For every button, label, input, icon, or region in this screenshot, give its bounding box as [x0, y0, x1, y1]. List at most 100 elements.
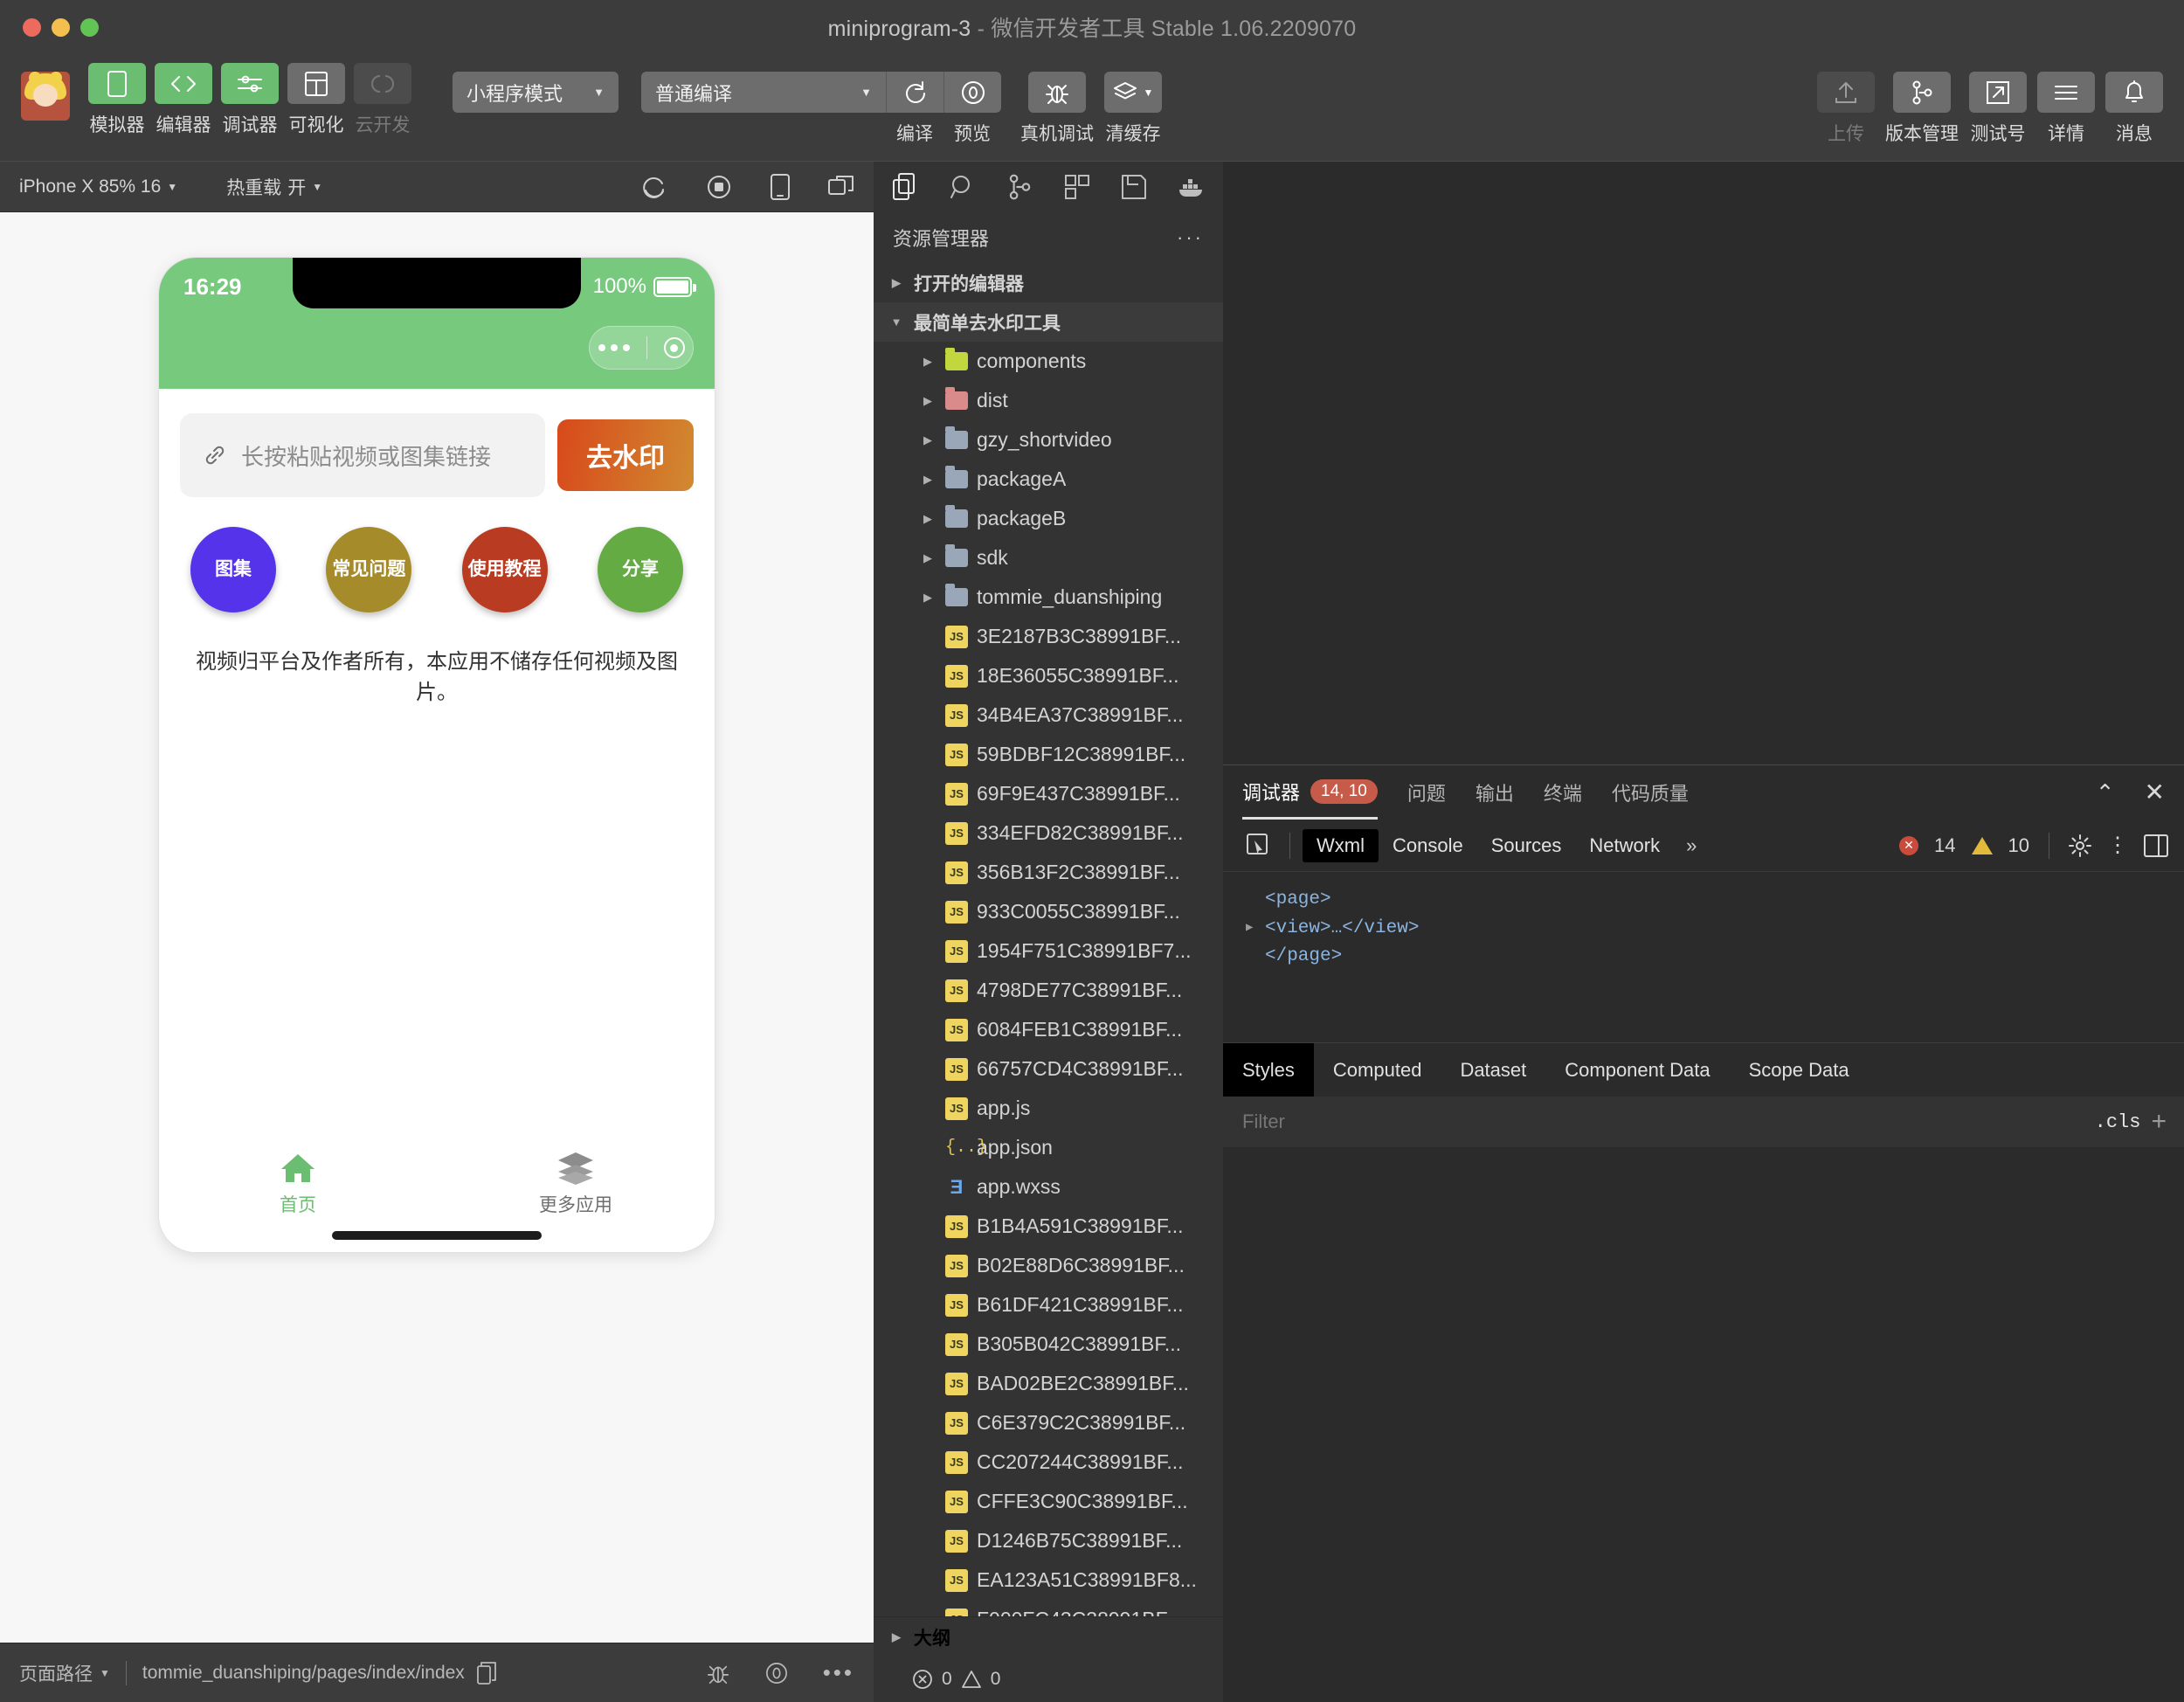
tree-file[interactable]: JS 933C0055C38991BF...	[874, 892, 1223, 931]
files-icon[interactable]	[881, 165, 930, 209]
toolbar-button-cloud[interactable]: 云开发	[353, 63, 412, 137]
chevron-double-right-icon[interactable]: »	[1674, 834, 1709, 857]
page-path-select[interactable]: 页面路径 ▼	[19, 1660, 110, 1686]
more-icon[interactable]: •••	[823, 1661, 854, 1683]
styles-tab-computed[interactable]: Computed	[1314, 1043, 1441, 1097]
tree-file[interactable]: JS 3E2187B3C38991BF...	[874, 617, 1223, 656]
minimize-window-button[interactable]	[52, 17, 70, 37]
details-button[interactable]: 详情	[2037, 72, 2095, 146]
circle-button-share[interactable]: 分享	[597, 527, 683, 612]
tree-file[interactable]: JS 356B13F2C38991BF...	[874, 853, 1223, 892]
dock-icon[interactable]	[2144, 834, 2168, 857]
docker-icon[interactable]	[1167, 165, 1216, 209]
toggle-class-button[interactable]: .cls	[2084, 1111, 2152, 1133]
user-avatar[interactable]	[21, 72, 70, 121]
tree-folder-dist[interactable]: ▶ dist	[874, 381, 1223, 420]
chevron-right-icon[interactable]: ▶	[1246, 919, 1258, 938]
devtools-tab-console[interactable]: Console	[1379, 829, 1477, 862]
compile-select[interactable]: 普通编译 ▼	[641, 72, 886, 113]
toolbar-button-visualization[interactable]: 可视化	[287, 63, 346, 137]
device-select[interactable]: iPhone X 85% 16 ▼	[19, 176, 177, 197]
tree-file-app-js[interactable]: JS app.js	[874, 1089, 1223, 1128]
clear-cache-button[interactable]: ▼ 清缓存	[1104, 72, 1162, 146]
tree-file-app-wxss[interactable]: Ǝapp.wxss	[874, 1167, 1223, 1207]
tree-section-open-editors[interactable]: ▶ 打开的编辑器	[874, 263, 1223, 302]
devtools-tab-network[interactable]: Network	[1575, 829, 1674, 862]
close-capsule-icon[interactable]	[663, 337, 685, 358]
tree-folder-packageb[interactable]: ▶ packageB	[874, 499, 1223, 538]
tree-folder-packagea[interactable]: ▶ packageA	[874, 460, 1223, 499]
debugger-tab-output[interactable]: 输出	[1476, 765, 1514, 820]
gear-icon[interactable]	[2069, 834, 2091, 857]
circle-button-gallery[interactable]: 图集	[190, 527, 276, 612]
tree-folder-sdk[interactable]: ▶ sdk	[874, 538, 1223, 578]
tree-section-project[interactable]: ▼ 最简单去水印工具	[874, 302, 1223, 342]
styles-tab-dataset[interactable]: Dataset	[1441, 1043, 1545, 1097]
preview-button[interactable]	[943, 72, 1001, 113]
styles-tab-styles[interactable]: Styles	[1223, 1043, 1314, 1097]
wxml-line-1[interactable]: <page>	[1246, 886, 2161, 915]
tree-file[interactable]: JS B02E88D6C38991BF...	[874, 1246, 1223, 1285]
tree-file[interactable]: JS EA123A51C38991BF8...	[874, 1560, 1223, 1600]
debugger-tab-debugger[interactable]: 调试器 14, 10	[1242, 765, 1378, 820]
tree-folder-gzy-shortvideo[interactable]: ▶ gzy_shortvideo	[874, 420, 1223, 460]
styles-tab-scope-data[interactable]: Scope Data	[1730, 1043, 1869, 1097]
multi-window-icon[interactable]	[828, 175, 854, 199]
wxml-line-2[interactable]: ▶ <view>…</view>	[1246, 915, 2161, 944]
tree-file[interactable]: JS 334EFD82C38991BF...	[874, 813, 1223, 853]
styles-tab-component-data[interactable]: Component Data	[1545, 1043, 1729, 1097]
chevron-up-icon[interactable]: ⌃	[2096, 779, 2115, 806]
tree-file[interactable]: JS CFFE3C90C38991BF...	[874, 1482, 1223, 1521]
source-control-icon[interactable]	[995, 165, 1044, 209]
circle-button-faq[interactable]: 常见问题	[326, 527, 412, 612]
hotreload-select[interactable]: 热重载 开 ▼	[226, 174, 322, 200]
toolbar-button-simulator[interactable]: 模拟器	[87, 63, 147, 137]
devtools-tab-wxml[interactable]: Wxml	[1303, 828, 1379, 862]
copy-icon[interactable]	[476, 1661, 496, 1685]
kebab-icon[interactable]: ⋮	[2107, 835, 2128, 855]
debugger-tab-problems[interactable]: 问题	[1407, 765, 1446, 820]
close-window-button[interactable]	[23, 17, 41, 37]
record-stop-icon[interactable]	[706, 174, 732, 200]
tree-file[interactable]: JS 6084FEB1C38991BF...	[874, 1010, 1223, 1049]
eye-icon[interactable]	[765, 1662, 788, 1685]
wxml-line-3[interactable]: </page>	[1246, 943, 2161, 972]
tree-file[interactable]: JS CC207244C38991BF...	[874, 1443, 1223, 1482]
upload-button[interactable]: 上传	[1817, 72, 1875, 146]
device-icon[interactable]	[771, 173, 790, 200]
extensions-icon[interactable]	[1053, 165, 1102, 209]
ellipsis-icon[interactable]: ···	[1177, 226, 1204, 249]
tabbar-item-home[interactable]: 首页	[159, 1151, 437, 1217]
tree-folder-components[interactable]: ▶ components	[874, 342, 1223, 381]
tree-file[interactable]: JS D1246B75C38991BF...	[874, 1521, 1223, 1560]
tree-file[interactable]: JS 69F9E437C38991BF...	[874, 774, 1223, 813]
link-input[interactable]: 长按粘贴视频或图集链接	[180, 413, 545, 497]
wechat-capsule[interactable]	[589, 326, 694, 370]
compile-button[interactable]	[886, 72, 943, 113]
real-device-debug-button[interactable]: 真机调试	[1020, 72, 1094, 146]
tree-file[interactable]: JS 66757CD4C38991BF...	[874, 1049, 1223, 1089]
search-icon[interactable]	[938, 165, 987, 209]
remove-watermark-button[interactable]: 去水印	[557, 419, 694, 491]
tree-file[interactable]: JS B1B4A591C38991BF...	[874, 1207, 1223, 1246]
debugger-tab-terminal[interactable]: 终端	[1544, 765, 1582, 820]
new-style-rule-button[interactable]: +	[2151, 1107, 2184, 1137]
tree-file[interactable]: JS F000FC43C38991BF...	[874, 1600, 1223, 1616]
tree-file[interactable]: JS 34B4EA37C38991BF...	[874, 695, 1223, 735]
tree-file[interactable]: JS 4798DE77C38991BF...	[874, 971, 1223, 1010]
tree-section-outline[interactable]: ▶ 大纲	[874, 1617, 1223, 1657]
version-control-button[interactable]: 版本管理	[1885, 72, 1959, 146]
tree-file[interactable]: JS 18E36055C38991BF...	[874, 656, 1223, 695]
tree-file-app-json[interactable]: {..} app.json	[874, 1128, 1223, 1167]
explorer-problems[interactable]: 0 0	[874, 1657, 1223, 1702]
refresh-icon[interactable]	[641, 174, 667, 200]
styles-filter-input[interactable]	[1223, 1110, 2084, 1133]
bug-icon[interactable]	[706, 1661, 730, 1685]
close-icon[interactable]: ✕	[2145, 780, 2165, 805]
tree-file[interactable]: JS C6E379C2C38991BF...	[874, 1403, 1223, 1443]
devtools-tab-sources[interactable]: Sources	[1477, 829, 1576, 862]
save-icon[interactable]	[1109, 165, 1158, 209]
toolbar-button-debugger[interactable]: 调试器	[220, 63, 280, 137]
inspect-icon[interactable]	[1239, 833, 1277, 858]
more-icon[interactable]	[598, 344, 630, 351]
